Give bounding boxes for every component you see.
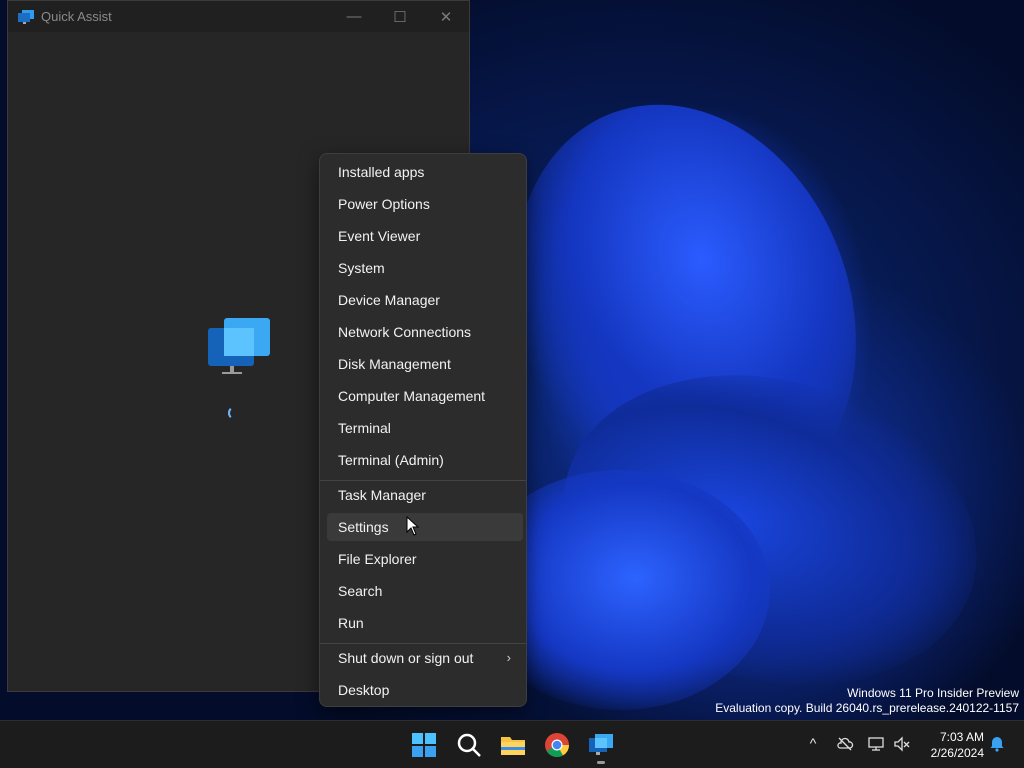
quick-assist-logo-icon [206,316,274,376]
volume-muted-icon[interactable] [893,735,911,753]
start-icon[interactable] [410,731,438,759]
onedrive-offline-icon[interactable] [836,735,854,753]
menu-item-search[interactable]: Search [327,577,523,605]
watermark-line-1: Windows 11 Pro Insider Preview [847,686,1019,700]
quick-assist-taskbar-icon[interactable] [587,731,615,759]
menu-item-shut-down-or-sign-out[interactable]: Shut down or sign out › [327,644,523,672]
loading-spinner [228,406,242,420]
menu-item-file-explorer[interactable]: File Explorer [327,545,523,573]
maximize-button[interactable]: ☐ [377,1,423,32]
menu-item-terminal[interactable]: Terminal [327,414,523,442]
mouse-cursor-icon [406,515,420,536]
active-app-indicator [597,761,605,764]
menu-item-device-manager[interactable]: Device Manager [327,286,523,314]
menu-item-terminal-admin[interactable]: Terminal (Admin) [327,446,523,474]
window-title: Quick Assist [41,9,112,24]
file-explorer-icon[interactable] [499,731,527,759]
submenu-chevron-icon: › [506,650,511,665]
minimize-button[interactable]: — [331,1,377,32]
clock-time: 7:03 AM [939,730,984,744]
menu-item-event-viewer[interactable]: Event Viewer [327,222,523,250]
menu-item-disk-management[interactable]: Disk Management [327,350,523,378]
menu-item-network-connections[interactable]: Network Connections [327,318,523,346]
menu-item-desktop[interactable]: Desktop [327,676,523,704]
search-icon[interactable] [455,731,483,759]
clock-date: 2/26/2024 [930,746,984,760]
menu-item-run[interactable]: Run [327,609,523,637]
chrome-icon[interactable] [543,731,571,759]
menu-item-settings[interactable]: Settings [327,513,523,541]
network-icon[interactable] [867,735,885,753]
menu-item-installed-apps[interactable]: Installed apps [327,158,523,186]
menu-item-computer-management[interactable]: Computer Management [327,382,523,410]
evaluation-watermark: Windows 11 Pro Insider Preview Evaluatio… [715,686,1019,716]
system-clock[interactable]: 7:03 AM 2/26/2024 [918,729,984,761]
title-bar[interactable]: Quick Assist — ☐ ✕ [8,1,469,32]
watermark-line-2: Evaluation copy. Build 26040.rs_prerelea… [715,701,1019,715]
taskbar: ^ 7:03 AM 2/26/2024 [0,720,1024,768]
close-button[interactable]: ✕ [423,1,469,32]
menu-item-system[interactable]: System [327,254,523,282]
winx-context-menu: Installed apps Power Options Event Viewer S… [319,153,527,707]
menu-item-power-options[interactable]: Power Options [327,190,523,218]
quick-assist-icon [18,9,34,24]
tray-overflow-chevron-icon[interactable]: ^ [804,735,822,753]
menu-item-task-manager[interactable]: Task Manager [327,481,523,509]
notification-bell-icon[interactable] [988,735,1006,753]
